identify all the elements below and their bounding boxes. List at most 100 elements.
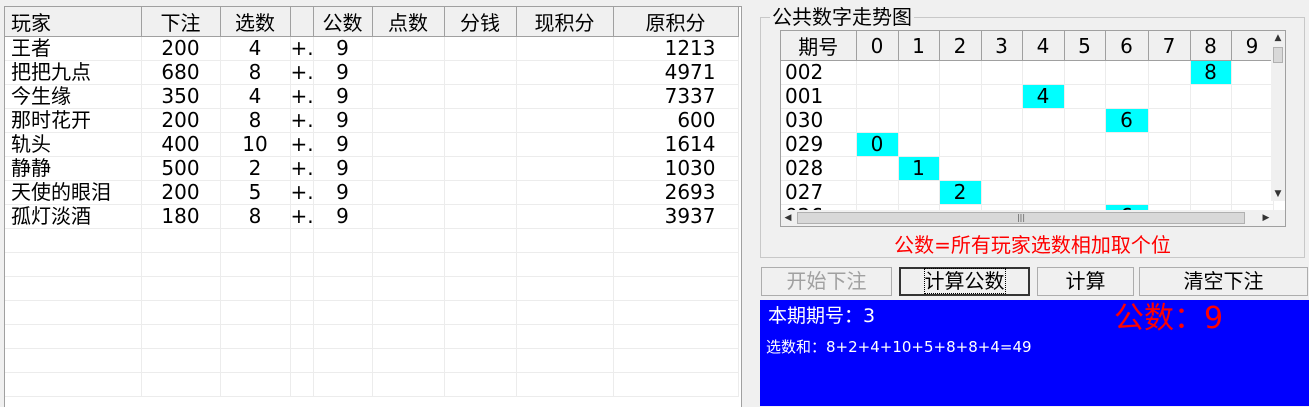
op-cell[interactable] — [290, 372, 314, 397]
trend-cell[interactable] — [1190, 180, 1232, 205]
trend-cell[interactable] — [1064, 108, 1106, 133]
trend-hit-cell[interactable]: 4 — [1022, 84, 1065, 109]
trend-row[interactable]: 001 4 — [781, 84, 1274, 109]
player-row[interactable] — [5, 348, 739, 373]
trend-period-cell[interactable]: 029 — [781, 132, 857, 157]
payout-cell[interactable] — [444, 60, 517, 85]
common-cell[interactable]: 9 — [313, 84, 373, 109]
col-header-bet[interactable]: 下注 — [141, 7, 221, 37]
trend-cell[interactable] — [939, 108, 982, 133]
payout-cell[interactable] — [444, 372, 517, 397]
original-score-cell[interactable]: 1030 — [613, 156, 739, 181]
col-header-original-score[interactable]: 原积分 — [613, 7, 739, 37]
bet-cell[interactable] — [141, 324, 221, 349]
trend-cell[interactable] — [1190, 156, 1232, 181]
trend-cell[interactable] — [1064, 156, 1106, 181]
player-name[interactable] — [5, 324, 142, 349]
trend-cell[interactable] — [1105, 84, 1149, 109]
trend-cell[interactable] — [1231, 132, 1274, 157]
trend-cell[interactable] — [856, 60, 899, 85]
op-cell[interactable]: +. — [290, 132, 314, 157]
bet-cell[interactable] — [141, 348, 221, 373]
pick-cell[interactable] — [220, 300, 291, 325]
trend-row[interactable]: 002 8 — [781, 60, 1274, 85]
player-row[interactable]: 把把九点 680 8 +. 9 4971 — [5, 60, 739, 85]
player-row[interactable] — [5, 324, 739, 349]
trend-col-digit-5[interactable]: 5 — [1064, 31, 1106, 61]
current-score-cell[interactable] — [516, 156, 614, 181]
payout-cell[interactable] — [444, 276, 517, 301]
current-score-cell[interactable] — [516, 276, 614, 301]
points-cell[interactable] — [372, 228, 445, 253]
op-cell[interactable]: +. — [290, 204, 314, 229]
trend-period-cell[interactable]: 002 — [781, 60, 857, 85]
payout-cell[interactable] — [444, 204, 517, 229]
trend-cell[interactable] — [1148, 60, 1191, 85]
trend-cell[interactable] — [1022, 180, 1065, 205]
op-cell[interactable]: +. — [290, 36, 314, 61]
pick-cell[interactable]: 4 — [220, 84, 291, 109]
col-header-op[interactable] — [290, 7, 314, 37]
common-cell[interactable]: 9 — [313, 36, 373, 61]
current-score-cell[interactable] — [516, 84, 614, 109]
trend-cell[interactable] — [1190, 84, 1232, 109]
player-row[interactable]: 孤灯淡酒 180 8 +. 9 3937 — [5, 204, 739, 229]
current-score-cell[interactable] — [516, 204, 614, 229]
player-name[interactable] — [5, 300, 142, 325]
payout-cell[interactable] — [444, 36, 517, 61]
common-cell[interactable]: 9 — [313, 108, 373, 133]
points-cell[interactable] — [372, 132, 445, 157]
original-score-cell[interactable]: 7337 — [613, 84, 739, 109]
col-header-common[interactable]: 公数 — [313, 7, 373, 37]
players-grid[interactable]: 玩家 下注 选数 公数 点数 分钱 现积分 原积分 王者 200 4 +. 9 1213 把… — [4, 6, 742, 407]
pick-cell[interactable] — [220, 228, 291, 253]
original-score-cell[interactable]: 1213 — [613, 36, 739, 61]
current-score-cell[interactable] — [516, 180, 614, 205]
player-name[interactable] — [5, 252, 142, 277]
col-header-player[interactable]: 玩家 — [5, 7, 142, 37]
payout-cell[interactable] — [444, 300, 517, 325]
trend-cell[interactable] — [981, 132, 1023, 157]
player-row[interactable]: 静静 500 2 +. 9 1030 — [5, 156, 739, 181]
op-cell[interactable]: +. — [290, 180, 314, 205]
col-header-payout[interactable]: 分钱 — [444, 7, 517, 37]
payout-cell[interactable] — [444, 180, 517, 205]
op-cell[interactable]: +. — [290, 60, 314, 85]
trend-cell[interactable] — [898, 108, 940, 133]
trend-cell[interactable] — [856, 156, 899, 181]
trend-hit-cell[interactable]: 1 — [898, 156, 940, 181]
trend-cell[interactable] — [1064, 180, 1106, 205]
bet-cell[interactable]: 200 — [141, 180, 221, 205]
trend-row[interactable]: 030 6 — [781, 108, 1274, 133]
clear-bets-button[interactable]: 清空下注 — [1139, 267, 1308, 296]
player-row[interactable]: 那时花开 200 8 +. 9 600 — [5, 108, 739, 133]
original-score-cell[interactable] — [613, 228, 739, 253]
trend-col-digit-4[interactable]: 4 — [1022, 31, 1065, 61]
bet-cell[interactable]: 200 — [141, 36, 221, 61]
pick-cell[interactable] — [220, 348, 291, 373]
current-score-cell[interactable] — [516, 60, 614, 85]
trend-cell[interactable] — [1231, 60, 1274, 85]
player-row[interactable]: 王者 200 4 +. 9 1213 — [5, 36, 739, 61]
player-row[interactable] — [5, 252, 739, 277]
bet-cell[interactable]: 500 — [141, 156, 221, 181]
op-cell[interactable] — [290, 300, 314, 325]
player-name[interactable]: 那时花开 — [5, 108, 142, 133]
pick-cell[interactable]: 8 — [220, 60, 291, 85]
trend-cell[interactable] — [1105, 156, 1149, 181]
common-cell[interactable]: 9 — [313, 180, 373, 205]
original-score-cell[interactable] — [613, 348, 739, 373]
trend-cell[interactable] — [981, 180, 1023, 205]
pick-cell[interactable] — [220, 324, 291, 349]
bet-cell[interactable] — [141, 252, 221, 277]
trend-horizontal-scrollbar[interactable]: ◀ ||| ▶ — [781, 210, 1273, 226]
trend-period-cell[interactable]: 030 — [781, 108, 857, 133]
current-score-cell[interactable] — [516, 252, 614, 277]
trend-cell[interactable] — [856, 84, 899, 109]
trend-cell[interactable] — [1148, 132, 1191, 157]
payout-cell[interactable] — [444, 108, 517, 133]
trend-cell[interactable] — [1105, 180, 1149, 205]
col-header-pick[interactable]: 选数 — [220, 7, 291, 37]
player-name[interactable]: 轨头 — [5, 132, 142, 157]
trend-row[interactable]: 027 2 — [781, 180, 1274, 205]
